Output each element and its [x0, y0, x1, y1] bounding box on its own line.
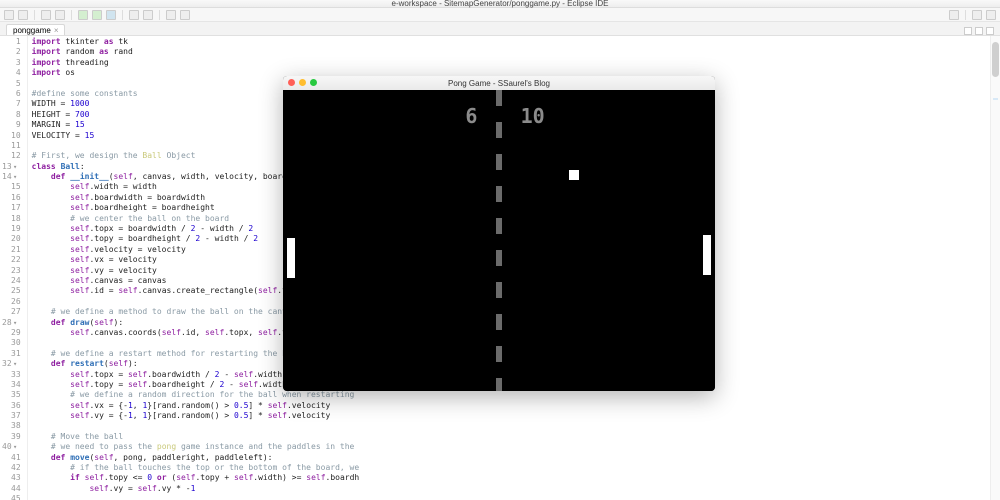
back-icon[interactable]: [166, 10, 176, 20]
save-icon[interactable]: [18, 10, 28, 20]
ide-toolbar: [0, 8, 1000, 22]
pong-window-titlebar[interactable]: Pong Game - SSaurel's Blog: [283, 76, 715, 90]
quick-access-icon[interactable]: [949, 10, 959, 20]
zoom-window-icon[interactable]: [310, 79, 317, 86]
pong-score-left: 6: [465, 104, 477, 128]
pong-window-title: Pong Game - SSaurel's Blog: [448, 79, 550, 88]
coverage-icon[interactable]: [106, 10, 116, 20]
close-icon[interactable]: ×: [54, 26, 59, 35]
pong-paddle-left: [287, 238, 295, 278]
view-menu-icon[interactable]: [964, 27, 972, 35]
perspective-python-icon[interactable]: [972, 10, 982, 20]
pong-paddle-right: [703, 235, 711, 275]
overview-mark: [993, 98, 998, 100]
line-number-gutter: 12345678910111213▾14▾1516171819202122232…: [0, 36, 28, 500]
pong-game-window[interactable]: Pong Game - SSaurel's Blog 6 10: [283, 76, 715, 391]
open-type-icon[interactable]: [129, 10, 139, 20]
new-icon[interactable]: [4, 10, 14, 20]
editor-tab-ponggame[interactable]: ponggame ×: [6, 24, 65, 35]
vertical-scrollbar[interactable]: [990, 36, 1000, 500]
ide-window-title: e-workspace - SitemapGenerator/ponggame.…: [0, 0, 1000, 8]
pong-ball: [569, 170, 579, 180]
scrollbar-thumb[interactable]: [992, 42, 999, 77]
editor-tabbar: ponggame ×: [0, 22, 1000, 36]
debug-icon[interactable]: [92, 10, 102, 20]
file-tab-label: ponggame: [13, 26, 51, 35]
search-icon[interactable]: [143, 10, 153, 20]
forward-icon[interactable]: [180, 10, 190, 20]
pong-board: 6 10: [283, 90, 715, 391]
minimize-icon[interactable]: [975, 27, 983, 35]
run-icon[interactable]: [78, 10, 88, 20]
undo-icon[interactable]: [41, 10, 51, 20]
pong-score-right: 10: [521, 104, 545, 128]
close-window-icon[interactable]: [288, 79, 295, 86]
pong-net: [496, 90, 502, 391]
maximize-icon[interactable]: [986, 27, 994, 35]
redo-icon[interactable]: [55, 10, 65, 20]
minimize-window-icon[interactable]: [299, 79, 306, 86]
perspective-switch-icon[interactable]: [986, 10, 996, 20]
